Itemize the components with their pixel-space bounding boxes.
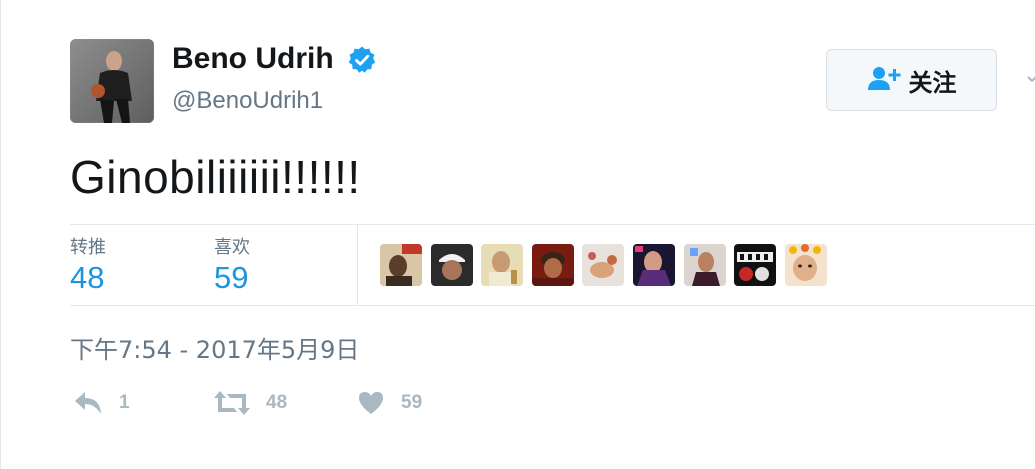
stats-divider-top — [70, 224, 1035, 225]
tweet-card: Beno Udrih @BenoUdrih1 关注 Ginobiliiiiii!… — [0, 0, 1035, 469]
retweet-count: 48 — [266, 392, 288, 413]
verified-badge-icon — [347, 45, 377, 75]
likes-stat[interactable]: 喜欢 59 — [214, 233, 250, 296]
follow-button-label: 关注 — [908, 68, 957, 97]
tweet-text: Ginobiliiiiii!!!!!! — [70, 151, 361, 203]
tweet-timestamp[interactable]: 下午7:54 - 2017年5月9日 — [70, 330, 359, 365]
stats-divider-bottom — [70, 305, 1035, 306]
liker-avatar[interactable] — [481, 244, 523, 286]
chevron-down-icon[interactable] — [1026, 70, 1035, 83]
author-display-name[interactable]: Beno Udrih — [172, 42, 334, 76]
like-button[interactable]: 59 — [357, 390, 422, 416]
likes-stat-label: 喜欢 — [214, 237, 250, 258]
liker-avatar[interactable] — [785, 244, 827, 286]
liker-avatar[interactable] — [684, 244, 726, 286]
stats-vertical-divider — [357, 225, 358, 305]
card-border — [0, 0, 1, 469]
reply-count: 1 — [119, 392, 130, 413]
likes-stat-value: 59 — [214, 260, 249, 295]
retweets-stat[interactable]: 转推 48 — [70, 233, 106, 296]
author-avatar[interactable] — [70, 39, 154, 123]
liker-avatar[interactable] — [633, 244, 675, 286]
liker-avatar[interactable] — [380, 244, 422, 286]
liker-avatar[interactable] — [431, 244, 473, 286]
follow-button[interactable]: 关注 — [826, 49, 997, 111]
retweet-button[interactable]: 48 — [214, 390, 287, 416]
liker-avatar[interactable] — [532, 244, 574, 286]
retweets-stat-label: 转推 — [70, 237, 106, 258]
author-handle[interactable]: @BenoUdrih1 — [172, 87, 323, 115]
like-count: 59 — [401, 392, 423, 413]
heart-icon — [357, 390, 385, 416]
liker-avatar[interactable] — [734, 244, 776, 286]
retweet-icon — [214, 390, 250, 416]
add-user-icon — [867, 65, 909, 95]
reply-button[interactable]: 1 — [73, 390, 130, 416]
reply-icon — [73, 390, 103, 416]
liker-avatar[interactable] — [582, 244, 624, 286]
retweets-stat-value: 48 — [70, 260, 105, 295]
